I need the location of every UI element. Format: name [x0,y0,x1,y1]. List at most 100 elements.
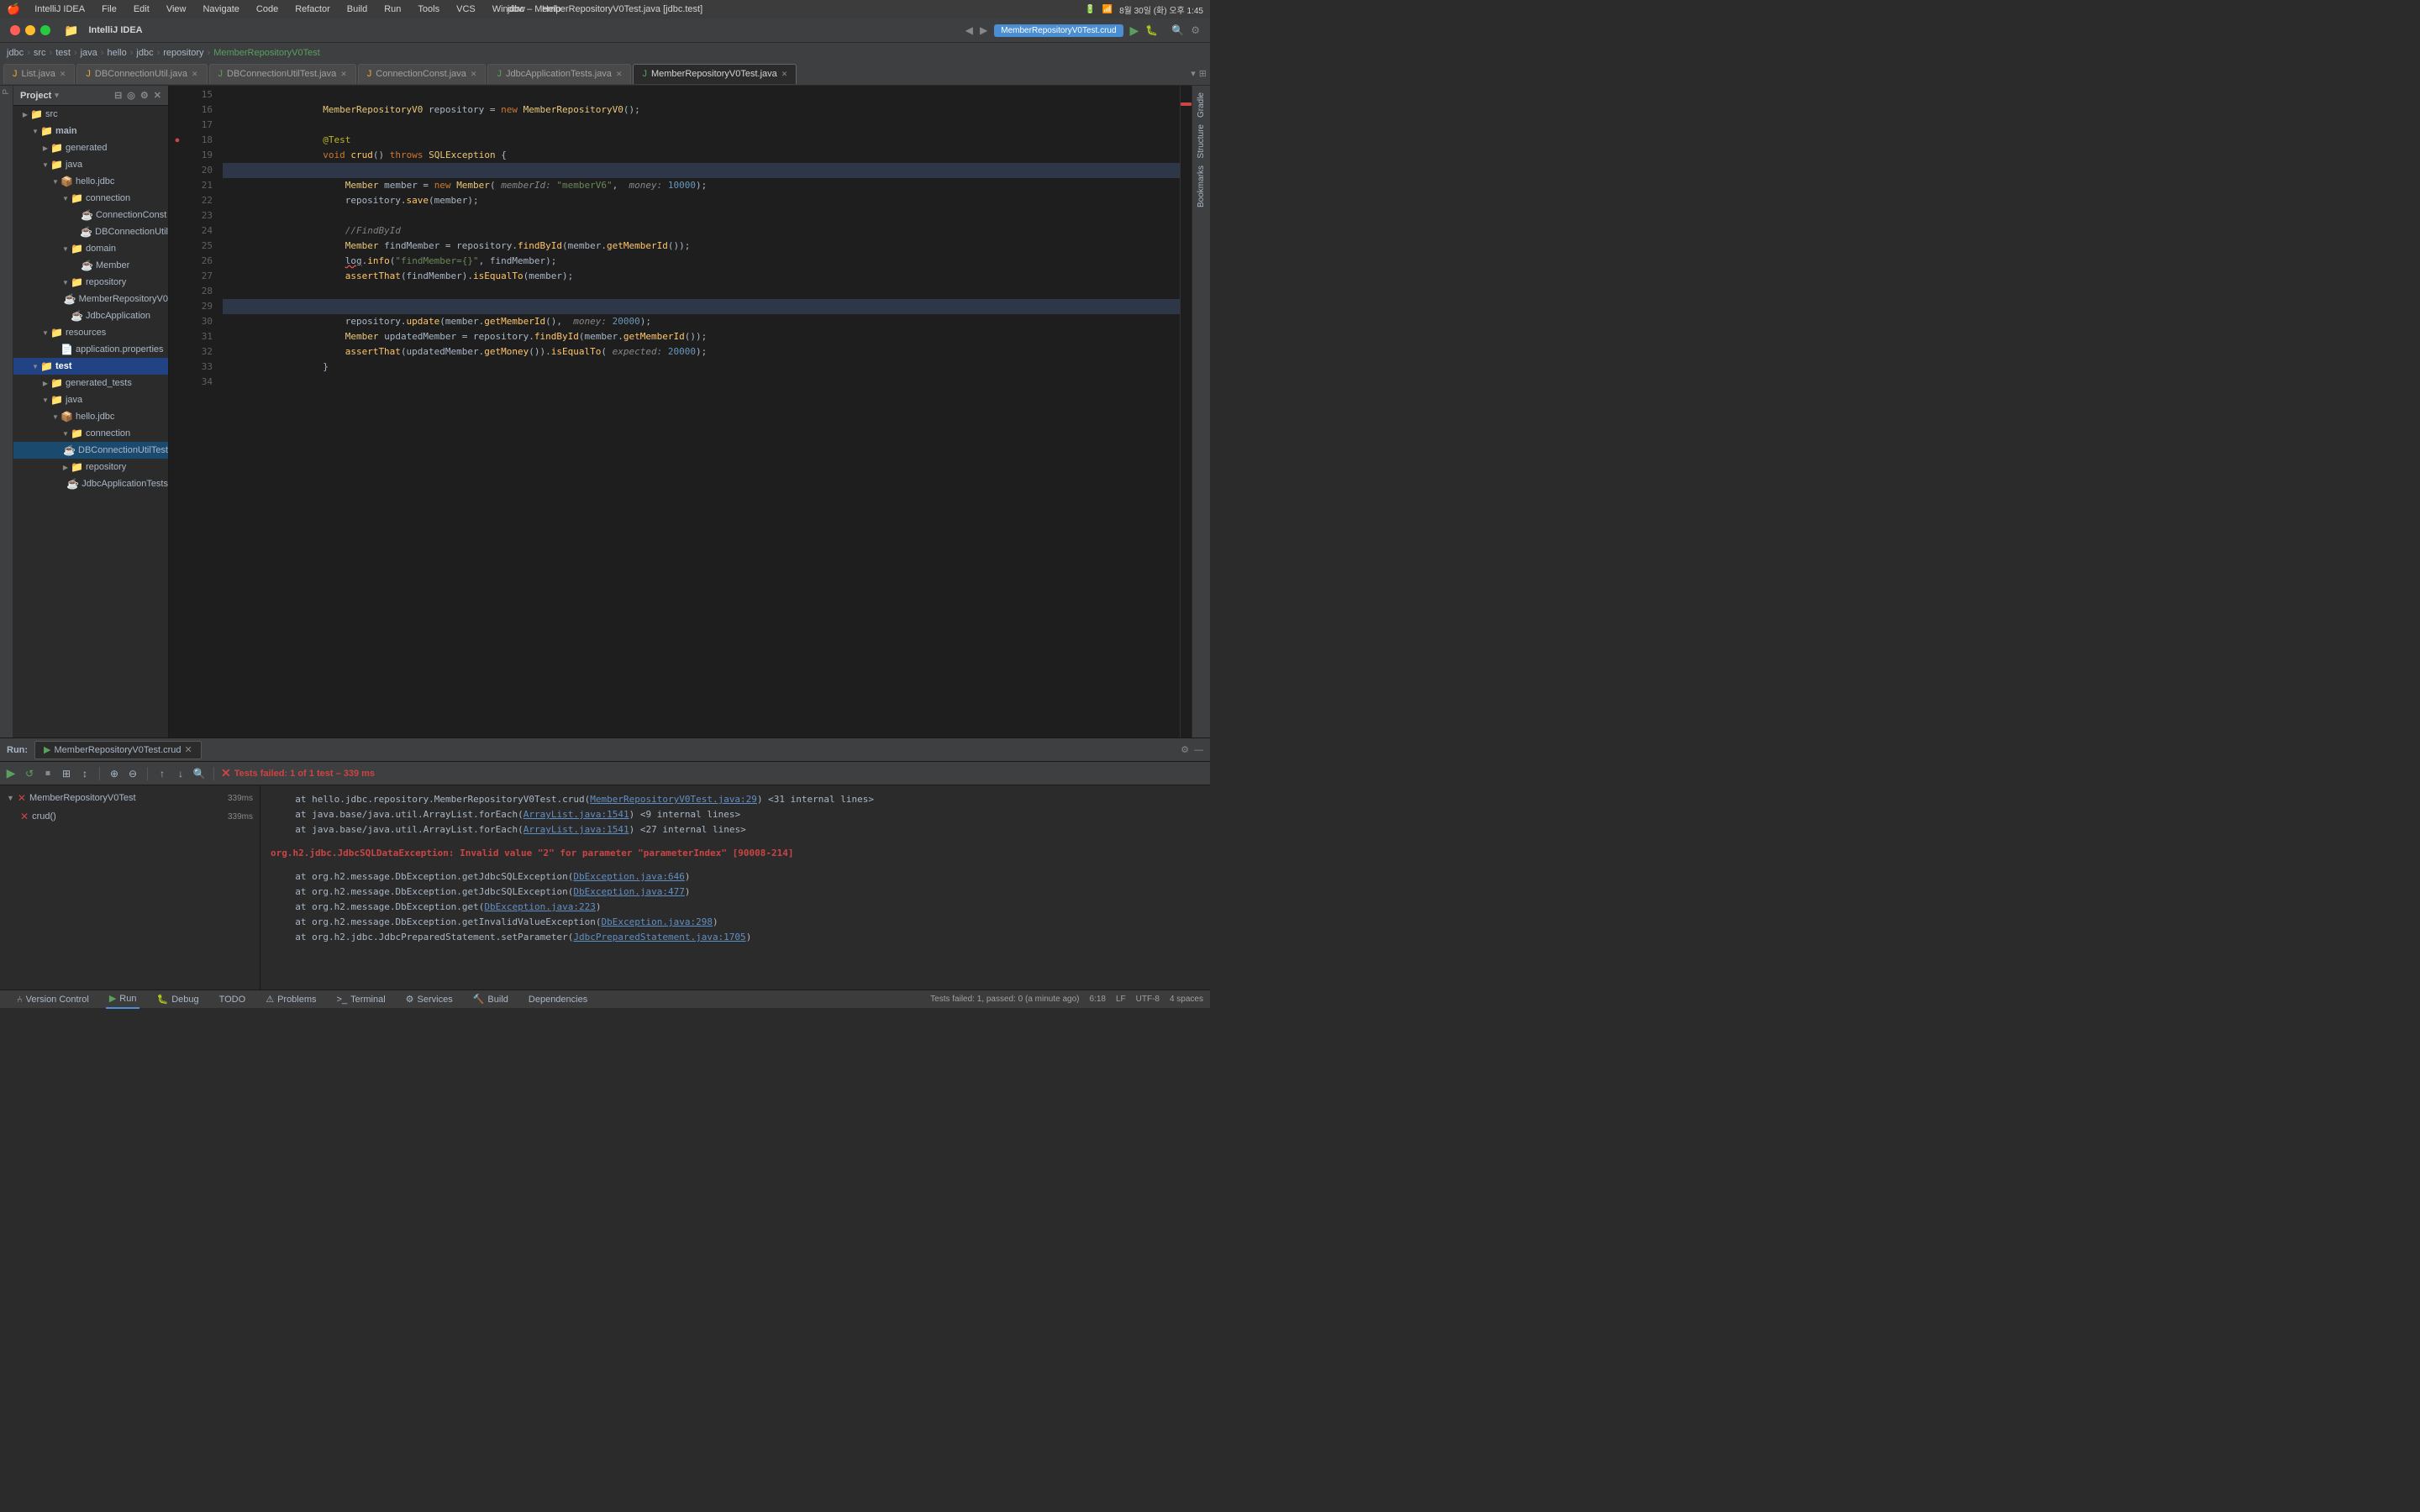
bc-hello[interactable]: hello [107,48,126,58]
bc-src[interactable]: src [34,48,46,58]
tree-item-resources[interactable]: ▼ 📁 resources [13,324,168,341]
collapse-button[interactable]: ⊖ [125,766,140,781]
tab-close[interactable]: ✕ [340,70,347,79]
tab-close[interactable]: ✕ [471,70,477,79]
tree-item-test-java[interactable]: ▼ 📁 java [13,391,168,408]
tab-overflow-button[interactable]: ▾ [1191,68,1196,79]
trace-link-5[interactable]: DbException.java:477 [573,886,684,897]
gutter-18[interactable]: ● [169,133,186,148]
expand-button[interactable]: ⊕ [107,766,122,781]
bc-java[interactable]: java [81,48,97,58]
tree-item-dbconnectionutiltest[interactable]: ☕ DBConnectionUtilTest [13,442,168,459]
tree-item-main[interactable]: ▼ 📁 main [13,123,168,139]
apple-menu[interactable]: 🍎 [7,3,20,16]
tab-list-java[interactable]: J List.java ✕ [3,64,75,84]
menu-build[interactable]: Build [345,4,370,14]
tab-close[interactable]: ✕ [616,70,623,79]
structure-tool-button[interactable]: Structure [1195,121,1207,162]
close-button[interactable] [10,25,20,35]
services-tool-button[interactable]: ⚙ Services [402,990,456,1009]
down-button[interactable]: ↓ [173,766,188,781]
filter-tests-button[interactable]: ⊞ [59,766,74,781]
menu-edit[interactable]: Edit [131,4,152,14]
gradle-tool-button[interactable]: Gradle [1195,89,1207,121]
search-button[interactable]: 🔍 [1171,24,1184,36]
sort-button[interactable]: ↕ [77,766,92,781]
locate-file-button[interactable]: ◎ [127,90,135,101]
todo-tool-button[interactable]: TODO [216,990,250,1009]
run-tab-close[interactable]: ✕ [185,744,192,755]
tree-item-java[interactable]: ▼ 📁 java [13,156,168,173]
panel-dropdown[interactable]: ▾ [55,91,59,100]
tab-dbconnectionutiltest[interactable]: J DBConnectionUtilTest.java ✕ [209,64,356,84]
trace-link-2[interactable]: ArrayList.java:1541 [523,809,629,820]
terminal-tool-button[interactable]: >_ Terminal [334,990,389,1009]
bc-file[interactable]: MemberRepositoryV0Test [213,48,320,58]
run-tool-button[interactable]: ▶ Run [106,990,140,1009]
code-editor-content[interactable]: MemberRepositoryV0 repository = new Memb… [219,86,1180,738]
version-control-button[interactable]: ⑃ Version Control [13,990,92,1009]
problems-tool-button[interactable]: ⚠ Problems [262,990,319,1009]
trace-link-6[interactable]: DbException.java:223 [484,901,595,912]
bc-repository[interactable]: repository [163,48,203,58]
tab-jdbcapplicationtests[interactable]: J JdbcApplicationTests.java ✕ [487,64,631,84]
rerun-tests-button[interactable]: ↺ [22,766,37,781]
panel-close-button[interactable]: ✕ [154,90,161,101]
tree-item-test-connection[interactable]: ▼ 📁 connection [13,425,168,442]
tree-item-repository[interactable]: ▼ 📁 repository [13,274,168,291]
minimize-button[interactable] [25,25,35,35]
run-settings-button[interactable]: ⚙ [1181,744,1189,755]
trace-link-7[interactable]: DbException.java:298 [602,916,713,927]
trace-link-1[interactable]: MemberRepositoryV0Test.java:29 [590,794,757,805]
tree-item-appprops[interactable]: 📄 application.properties [13,341,168,358]
debug-button[interactable]: 🐛 [1145,24,1158,36]
bc-jdbc[interactable]: jdbc [7,48,24,58]
menu-run[interactable]: Run [381,4,403,14]
menu-navigate[interactable]: Navigate [200,4,241,14]
tree-item-connection[interactable]: ▼ 📁 connection [13,190,168,207]
tree-item-jdbcapplicationtests[interactable]: ☕ JdbcApplicationTests [13,475,168,492]
bookmarks-tool-button[interactable]: Bookmarks [1195,162,1207,211]
tab-connectionconst[interactable]: J ConnectionConst.java ✕ [358,64,487,84]
tree-item-test-repository[interactable]: ▶ 📁 repository [13,459,168,475]
code-editor[interactable]: ● 15 16 17 [169,86,1192,738]
settings-button[interactable]: ⚙ [1191,24,1200,36]
tree-item-hello-jdbc[interactable]: ▼ 📦 hello.jdbc [13,173,168,190]
build-tool-button[interactable]: 🔨 Build [470,990,512,1009]
tree-item-test[interactable]: ▼ 📁 test [13,358,168,375]
menu-refactor[interactable]: Refactor [292,4,333,14]
search-run-button[interactable]: 🔍 [192,766,207,781]
collapse-all-button[interactable]: ⊟ [114,90,122,101]
run-config-label[interactable]: MemberRepositoryV0Test.crud [994,24,1123,37]
bc-test[interactable]: test [55,48,71,58]
rerun-button[interactable]: ▶ [3,766,18,781]
dependencies-tool-button[interactable]: Dependencies [525,990,591,1009]
back-nav-button[interactable]: ◀ [965,24,973,36]
bc-jdbc2[interactable]: jdbc [136,48,153,58]
tree-item-connectionconst[interactable]: ☕ ConnectionConst [13,207,168,223]
tab-memberrepositoryv0test[interactable]: J MemberRepositoryV0Test.java ✕ [633,64,797,84]
tab-close[interactable]: ✕ [192,70,198,79]
tree-item-src[interactable]: ▶ 📁 src [13,106,168,123]
menu-vcs[interactable]: VCS [454,4,478,14]
tree-item-dbconnectionutil[interactable]: ☕ DBConnectionUtil [13,223,168,240]
trace-link-8[interactable]: JdbcPreparedStatement.java:1705 [573,932,745,942]
run-minimize-button[interactable]: — [1194,745,1203,755]
tab-close[interactable]: ✕ [781,70,788,79]
project-tool-button[interactable]: P [2,89,11,95]
trace-link-4[interactable]: DbException.java:646 [573,871,684,882]
menu-intellij[interactable]: IntelliJ IDEA [32,4,87,14]
test-item-method[interactable]: ✕ crud() 339ms [0,807,260,826]
menu-view[interactable]: View [164,4,189,14]
split-editor-button[interactable]: ⊞ [1199,68,1207,79]
tree-item-generated[interactable]: ▶ 📁 generated [13,139,168,156]
tree-item-member[interactable]: ☕ Member [13,257,168,274]
menu-code[interactable]: Code [254,4,281,14]
panel-settings-button[interactable]: ⚙ [140,90,149,101]
trace-link-3[interactable]: ArrayList.java:1541 [523,824,629,835]
tree-item-generated-tests[interactable]: ▶ 📁 generated_tests [13,375,168,391]
tab-close[interactable]: ✕ [60,70,66,79]
run-button[interactable]: ▶ [1130,24,1139,38]
stop-button[interactable]: ⏹ [40,766,55,781]
tree-item-jdbcapplication[interactable]: ☕ JdbcApplication [13,307,168,324]
